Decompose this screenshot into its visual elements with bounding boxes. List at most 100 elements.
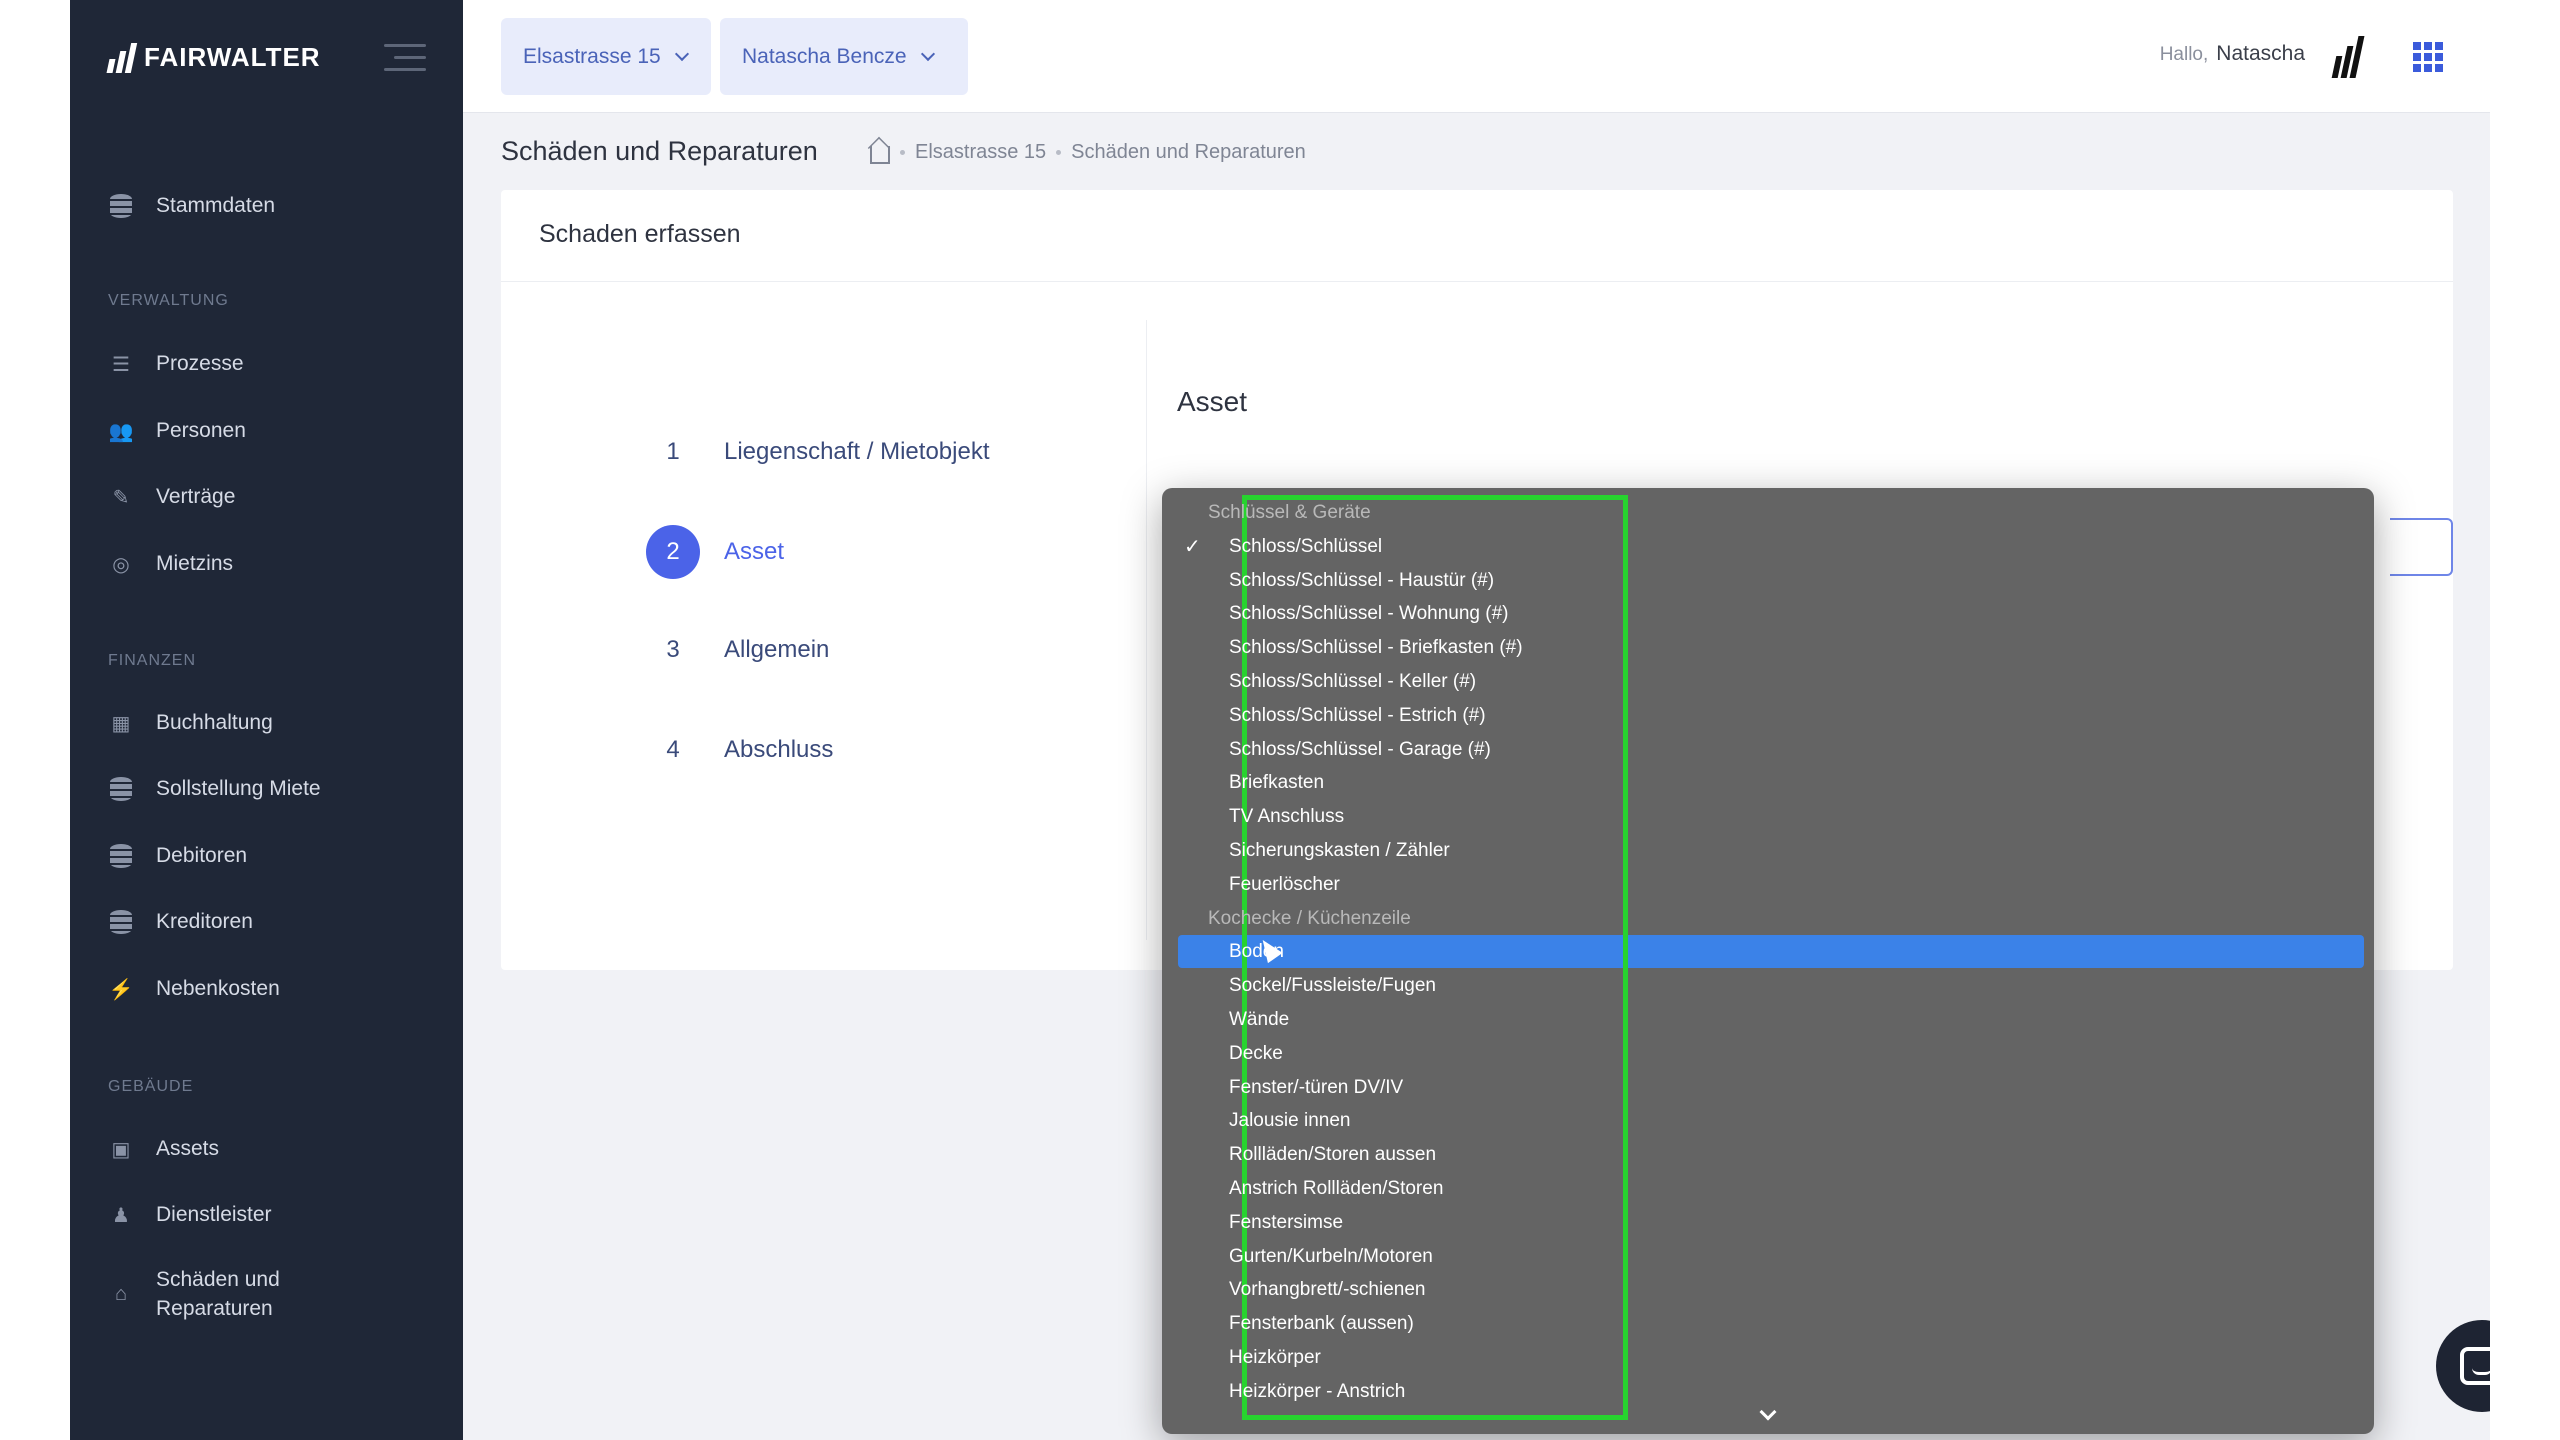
sidebar-item-label: Schäden und Reparaturen [156, 1268, 280, 1320]
list-icon: ☰ [112, 353, 130, 376]
dropdown-option[interactable]: Briefkasten [1162, 766, 2374, 800]
breadcrumb-item[interactable]: Elsastrasse 15 [915, 141, 1046, 164]
user-name: Natascha [2216, 42, 2305, 65]
dropdown-option[interactable]: Feuerlöscher [1162, 868, 2374, 902]
calculator-icon: ▦ [111, 712, 131, 735]
sidebar-item-assets[interactable]: ▣ Assets [108, 1137, 219, 1161]
coins-icon [108, 910, 134, 934]
asset-dropdown-list[interactable]: Schlüssel & Geräte ✓ Schloss/Schlüssel Schl… [1162, 488, 2374, 1434]
sidebar-item-buchhaltung[interactable]: ▦ Buchhaltung [108, 711, 273, 735]
sidebar-item-prozesse[interactable]: ☰ Prozesse [108, 352, 244, 376]
sidebar-item-label: Verträge [156, 485, 236, 508]
sidebar: FAIRWALTER Stammdaten VERWALTUNG ☰ Proze… [70, 0, 463, 1440]
sidebar-item-kreditoren[interactable]: Kreditoren [108, 910, 253, 934]
dropdown-option-label: Schloss/Schlüssel - Garage (#) [1229, 738, 1491, 760]
step-label: Liegenschaft / Mietobjekt [724, 438, 990, 465]
dropdown-option[interactable]: TV Anschluss [1162, 800, 2374, 834]
dropdown-option-label: Schloss/Schlüssel - Haustür (#) [1229, 569, 1495, 591]
dropdown-option[interactable]: ✓ Schloss/Schlüssel [1162, 530, 2374, 564]
dropdown-option-label: Kochecke / Küchenzeile [1208, 907, 1411, 929]
dropdown-option[interactable]: Heizkörper [1162, 1341, 2374, 1375]
dropdown-option[interactable]: Heizkörper - Anstrich [1162, 1375, 2374, 1409]
asset-select-input[interactable] [2390, 518, 2453, 576]
sidebar-item-label: Nebenkosten [156, 977, 280, 1000]
chat-launcher-button[interactable] [2436, 1320, 2490, 1412]
dropdown-group-label: Kochecke / Küchenzeile [1162, 902, 2374, 936]
wizard-step-1[interactable]: 1 Liegenschaft / Mietobjekt [646, 425, 990, 479]
dropdown-option[interactable]: Vorhangbrett/-schienen [1162, 1273, 2374, 1307]
step-label: Asset [724, 538, 785, 565]
contract-edit-icon: ✎ [112, 486, 130, 509]
dropdown-option-label: Wände [1229, 1009, 1290, 1030]
sidebar-item-dienstleister[interactable]: ♟ Dienstleister [108, 1203, 272, 1227]
flame-icon: ⚡ [108, 978, 134, 1001]
dropdown-option[interactable]: Schloss/Schlüssel - Garage (#) [1162, 733, 2374, 767]
step-number: 1 [666, 438, 680, 465]
sidebar-item-mietzins[interactable]: ◎ Mietzins [108, 552, 233, 576]
sidebar-item-label: Prozesse [156, 352, 244, 375]
user-greeting: Hallo, Natascha [2160, 42, 2305, 66]
property-select[interactable]: Elsastrasse 15 [501, 18, 711, 95]
sidebar-item-nebenkosten[interactable]: ⚡ Nebenkosten [108, 977, 280, 1001]
sidebar-item-vertraege[interactable]: ✎ Verträge [108, 485, 236, 509]
step-label: Abschluss [724, 736, 834, 763]
apps-grid-icon[interactable] [2413, 42, 2443, 72]
sidebar-section-title: GEBÄUDE [108, 1078, 194, 1095]
dropdown-option-label: Fensterbank (aussen) [1229, 1313, 1414, 1335]
home-icon[interactable] [870, 146, 890, 164]
dropdown-option[interactable]: Schloss/Schlüssel - Haustür (#) [1162, 564, 2374, 598]
property-select-value: Elsastrasse 15 [523, 44, 661, 68]
dropdown-option[interactable]: Fenstersimse [1162, 1206, 2374, 1240]
dropdown-option[interactable]: Schloss/Schlüssel - Briefkasten (#) [1162, 631, 2374, 665]
wizard-step-4[interactable]: 4 Abschluss [646, 723, 833, 777]
sidebar-item-label: Debitoren [156, 844, 248, 867]
sidebar-item-stammdaten[interactable]: Stammdaten [108, 194, 275, 218]
chevron-down-icon [920, 46, 935, 61]
dropdown-option[interactable]: Schloss/Schlüssel - Estrich (#) [1162, 699, 2374, 733]
dropdown-option[interactable]: Sockel/Fussleiste/Fugen [1162, 969, 2374, 1003]
dropdown-option[interactable]: Sicherungskasten / Zähler [1162, 834, 2374, 868]
person-select[interactable]: Natascha Bencze [720, 18, 968, 95]
dropdown-option-label: Heizkörper [1229, 1347, 1321, 1368]
step-label: Allgemein [724, 636, 830, 663]
dropdown-option-label: Heizkörper - Anstrich [1229, 1380, 1406, 1402]
step-number: 3 [666, 636, 680, 663]
dropdown-option[interactable]: Jalousie innen [1162, 1104, 2374, 1138]
sidebar-section-title: FINANZEN [108, 652, 196, 669]
dropdown-option[interactable]: Decke [1162, 1037, 2374, 1071]
breadcrumb-item: Schäden und Reparaturen [1071, 140, 1306, 163]
dropdown-option[interactable]: Schloss/Schlüssel - Wohnung (#) [1162, 597, 2374, 631]
dropdown-option-label: Decke [1229, 1042, 1283, 1064]
breadcrumb: Elsastrasse 15 Schäden und Reparaturen [870, 140, 1306, 164]
dropdown-option-label: Schloss/Schlüssel - Briefkasten (#) [1229, 637, 1523, 659]
greeting-text: Hallo, [2159, 44, 2209, 65]
dropdown-option[interactable]: Boden [1162, 935, 2374, 969]
brand-logo[interactable]: FAIRWALTER [106, 42, 321, 73]
sidebar-item-personen[interactable]: 👥 Personen [108, 419, 246, 443]
coins-icon [108, 777, 134, 801]
dropdown-option[interactable]: Gurten/Kurbeln/Motoren [1162, 1240, 2374, 1274]
database-icon [108, 194, 134, 218]
dropdown-option[interactable]: Fensterbank (aussen) [1162, 1307, 2374, 1341]
user-avatar-logo-icon[interactable] [2331, 36, 2365, 78]
dropdown-option-label: Rollläden/Storen aussen [1229, 1144, 1437, 1166]
dropdown-option-label: Feuerlöscher [1229, 873, 1340, 895]
dropdown-option[interactable]: Anstrich Rollläden/Storen [1162, 1172, 2374, 1206]
wizard-step-2[interactable]: 2 Asset [646, 525, 784, 579]
sidebar-item-label: Stammdaten [156, 194, 276, 217]
dropdown-option[interactable]: Wände [1162, 1003, 2374, 1037]
sidebar-item-label: Mietzins [156, 552, 234, 575]
sidebar-item-sollstellung-miete[interactable]: Sollstellung Miete [108, 777, 321, 801]
dropdown-option[interactable]: Schloss/Schlüssel - Keller (#) [1162, 665, 2374, 699]
dropdown-option-label: Schlüssel & Geräte [1208, 502, 1371, 523]
dropdown-option-label: Anstrich Rollläden/Storen [1229, 1178, 1444, 1199]
wizard-step-3[interactable]: 3 Allgemein [646, 623, 829, 677]
sidebar-item-debitoren[interactable]: Debitoren [108, 844, 247, 868]
dropdown-option[interactable]: Rollläden/Storen aussen [1162, 1138, 2374, 1172]
users-icon: 👥 [108, 420, 134, 443]
menu-toggle-icon[interactable] [384, 44, 426, 80]
dropdown-option[interactable]: Fenster/-türen DV/IV [1162, 1071, 2374, 1105]
checkmark-icon: ✓ [1184, 536, 1201, 559]
sidebar-item-schaeden[interactable]: ⌂ Schäden und Reparaturen [108, 1265, 280, 1323]
sidebar-item-label: Dienstleister [156, 1203, 272, 1226]
